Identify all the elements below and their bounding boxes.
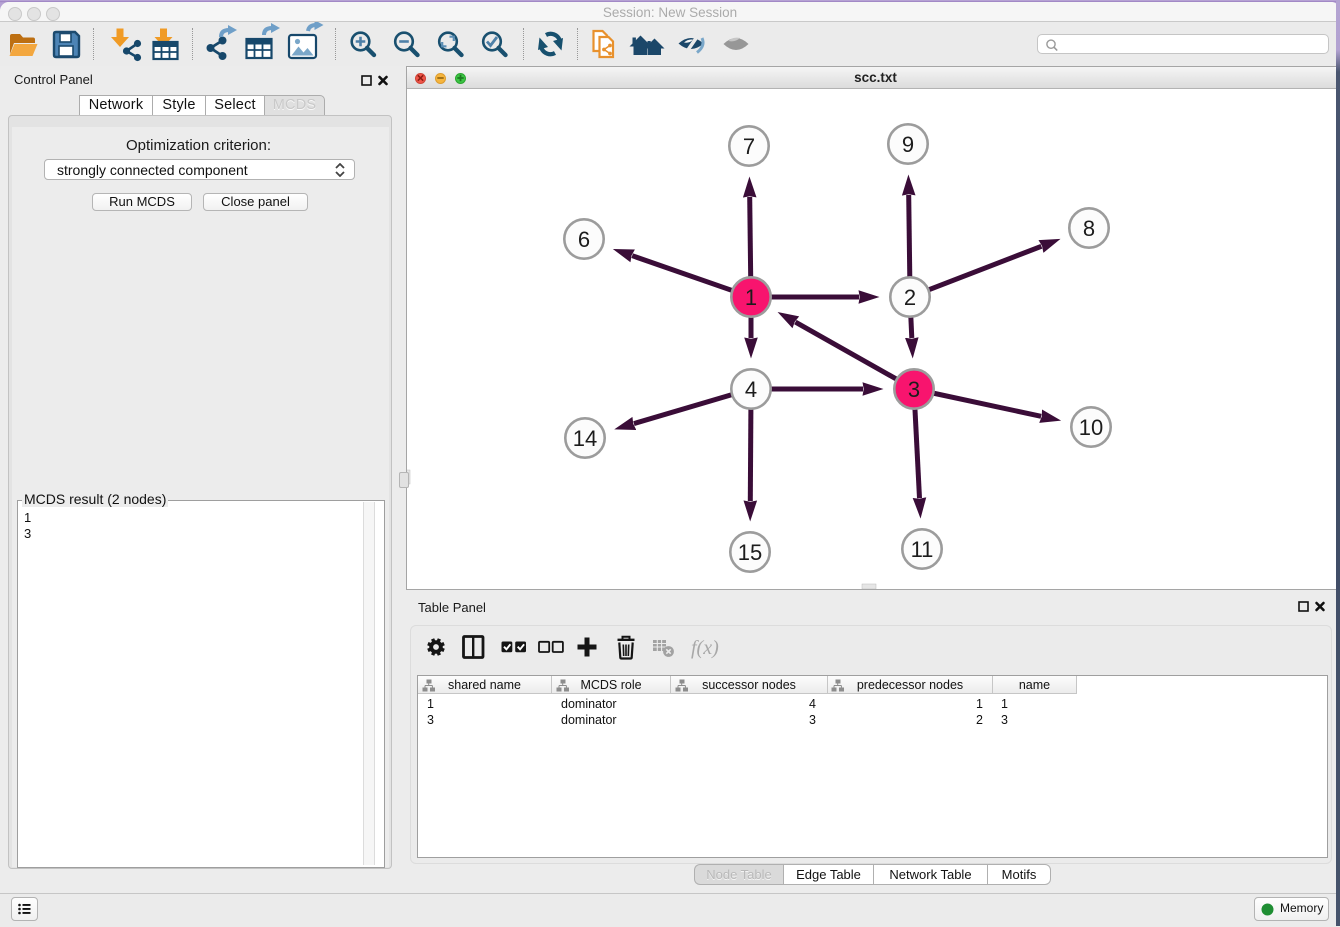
svg-text:8: 8 [1083,216,1095,241]
svg-text:6: 6 [578,227,590,252]
svg-text:f(x): f(x) [691,637,719,659]
svg-text:14: 14 [573,426,597,451]
svg-text:2: 2 [904,285,916,310]
svg-text:11: 11 [911,537,934,562]
svg-text:3: 3 [908,377,920,402]
svg-text:15: 15 [738,540,762,565]
svg-text:9: 9 [902,132,914,157]
svg-text:10: 10 [1079,415,1103,440]
svg-text:4: 4 [745,377,757,402]
svg-text:1: 1 [745,285,757,310]
svg-text:7: 7 [743,134,755,159]
